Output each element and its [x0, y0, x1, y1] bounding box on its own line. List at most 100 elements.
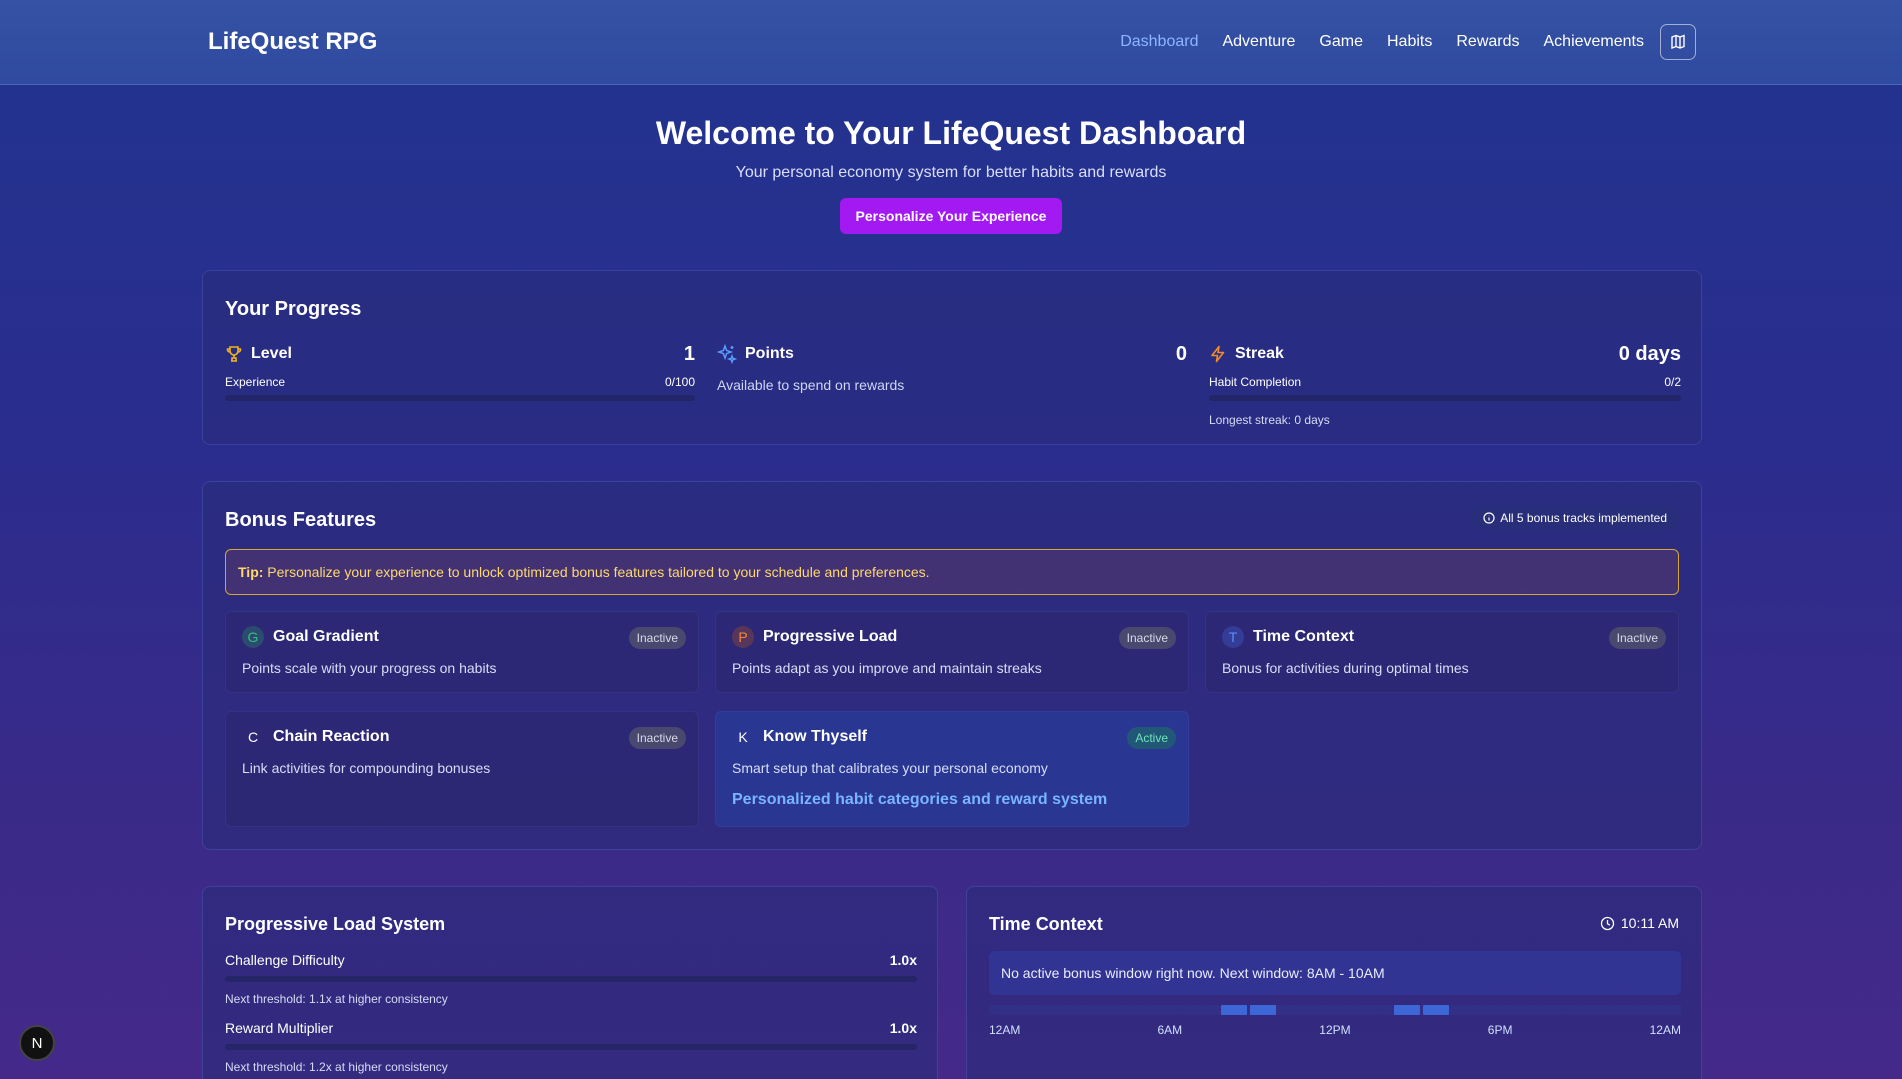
goal-gradient-icon: G — [242, 626, 264, 648]
reward-multiplier-row: Reward Multiplier 1.0x Next threshold: 1… — [225, 1020, 917, 1074]
level-stat: Level 1 Experience 0/100 — [225, 343, 695, 401]
page-subtitle: Your personal economy system for better … — [735, 164, 1167, 181]
timeline-labels: 12AM 6AM 12PM 6PM 12AM — [989, 1023, 1681, 1037]
current-time: 10:11 AM — [1600, 915, 1679, 931]
bonus-window-segment — [1249, 1005, 1277, 1015]
feature-title: Progressive Load — [763, 628, 898, 645]
timeline-label: 12PM — [1319, 1023, 1351, 1037]
streak-value: 0 days — [1618, 343, 1681, 365]
feature-card-goal-gradient[interactable]: G Goal Gradient Inactive Points scale wi… — [225, 611, 699, 693]
feature-card-time-context[interactable]: T Time Context Inactive Bonus for activi… — [1205, 611, 1679, 693]
level-label: Level — [251, 345, 292, 362]
timeline-label: 6AM — [1157, 1023, 1183, 1037]
time-title: Time Context — [989, 914, 1103, 934]
feature-card-know-thyself[interactable]: K Know Thyself Active Smart setup that c… — [715, 711, 1189, 827]
timeline-label: 6PM — [1487, 1023, 1513, 1037]
feature-title: Chain Reaction — [273, 728, 390, 745]
personalized-categories-link[interactable]: Personalized habit categories and reward… — [732, 791, 1107, 809]
tip-prefix: Tip: — [238, 564, 264, 580]
progress-panel: Your Progress Level 1 Experience 0/100 P… — [202, 270, 1702, 445]
reward-bar — [225, 1044, 917, 1050]
challenge-hint: Next threshold: 1.1x at higher consisten… — [225, 992, 448, 1006]
level-value: 1 — [683, 343, 695, 365]
brand-logo[interactable]: LifeQuest RPG — [208, 28, 377, 56]
tip-banner: Tip: Personalize your experience to unlo… — [225, 549, 1679, 595]
progress-title: Your Progress — [225, 298, 362, 320]
bonus-title: Bonus Features — [225, 509, 377, 531]
sparkles-icon — [717, 344, 737, 364]
nav-link-adventure[interactable]: Adventure — [1222, 24, 1295, 60]
feature-desc: Link activities for compounding bonuses — [242, 760, 491, 776]
page-title: Welcome to Your LifeQuest Dashboard — [655, 115, 1247, 151]
feature-title: Know Thyself — [763, 728, 868, 745]
know-thyself-icon: K — [738, 729, 748, 745]
timeline-label: 12AM — [1649, 1023, 1681, 1037]
bonus-tracks-badge: All 5 bonus tracks implemented — [1471, 506, 1679, 530]
hero: Welcome to Your LifeQuest Dashboard Your… — [0, 115, 1902, 234]
nav-link-habits[interactable]: Habits — [1387, 24, 1432, 60]
experience-value: 0/100 — [664, 375, 695, 389]
feature-card-chain-reaction[interactable]: C Chain Reaction Inactive Link activitie… — [225, 711, 699, 827]
clock-text: 10:11 AM — [1620, 915, 1679, 931]
streak-label: Streak — [1235, 345, 1284, 362]
load-title: Progressive Load System — [225, 914, 446, 934]
challenge-label: Challenge Difficulty — [225, 952, 345, 968]
nav-link-achievements[interactable]: Achievements — [1544, 24, 1645, 60]
reward-label: Reward Multiplier — [225, 1020, 334, 1036]
dev-tools-badge[interactable]: N — [19, 1025, 55, 1061]
status-badge: Inactive — [1608, 627, 1666, 649]
bonus-window-segment — [1220, 1005, 1248, 1015]
reward-hint: Next threshold: 1.2x at higher consisten… — [225, 1060, 448, 1074]
status-badge: Inactive — [1118, 627, 1176, 649]
day-timeline — [989, 1005, 1681, 1015]
status-badge: Inactive — [628, 727, 686, 749]
tip-text: Personalize your experience to unlock op… — [267, 564, 930, 580]
habit-completion-bar — [1209, 395, 1681, 401]
habit-completion-label: Habit Completion — [1209, 375, 1302, 389]
map-menu-button[interactable] — [1660, 24, 1696, 60]
feature-card-progressive-load[interactable]: P Progressive Load Inactive Points adapt… — [715, 611, 1189, 693]
time-context-panel: Time Context 10:11 AM No active bonus wi… — [966, 886, 1702, 1079]
timeline-label: 12AM — [989, 1023, 1021, 1037]
longest-streak: Longest streak: 0 days — [1209, 413, 1330, 427]
bonus-window-segment — [1422, 1005, 1450, 1015]
bonus-window-message: No active bonus window right now. Next w… — [989, 951, 1681, 995]
status-badge: Inactive — [628, 627, 686, 649]
progressive-load-panel: Progressive Load System Challenge Diffic… — [202, 886, 938, 1079]
habit-completion-value: 0/2 — [1664, 375, 1681, 389]
status-badge: Active — [1127, 727, 1176, 749]
challenge-bar — [225, 976, 917, 982]
feature-title: Goal Gradient — [273, 628, 379, 645]
bonus-features-panel: Bonus Features All 5 bonus tracks implem… — [202, 481, 1702, 850]
points-stat: Points 0 Available to spend on rewards — [717, 343, 1187, 393]
points-desc: Available to spend on rewards — [717, 377, 905, 393]
bonus-tracks-text: All 5 bonus tracks implemented — [1500, 511, 1667, 525]
experience-label: Experience — [225, 375, 286, 389]
feature-desc: Smart setup that calibrates your persona… — [732, 760, 1048, 776]
points-label: Points — [745, 345, 794, 362]
book-map-icon — [1671, 34, 1685, 50]
nav-links: Dashboard Adventure Game Habits Rewards … — [1096, 24, 1696, 60]
feature-desc: Points scale with your progress on habit… — [242, 660, 497, 676]
challenge-difficulty-row: Challenge Difficulty 1.0x Next threshold… — [225, 952, 917, 1006]
nav-link-dashboard[interactable]: Dashboard — [1120, 24, 1198, 60]
experience-bar — [225, 395, 695, 401]
chain-reaction-icon: C — [247, 729, 259, 745]
top-nav: LifeQuest RPG Dashboard Adventure Game H… — [0, 0, 1902, 85]
lightning-icon — [1211, 345, 1225, 363]
streak-stat: Streak 0 days Habit Completion 0/2 Longe… — [1209, 343, 1681, 427]
points-value: 0 — [1175, 343, 1187, 365]
clock-icon — [1600, 916, 1615, 930]
nav-link-game[interactable]: Game — [1319, 24, 1363, 60]
info-icon — [1483, 512, 1495, 524]
nav-link-rewards[interactable]: Rewards — [1456, 24, 1519, 60]
reward-value: 1.0x — [889, 1020, 917, 1036]
feature-desc: Bonus for activities during optimal time… — [1222, 660, 1469, 676]
progressive-load-icon: P — [732, 626, 754, 648]
feature-title: Time Context — [1253, 628, 1355, 645]
time-context-icon: T — [1222, 626, 1244, 648]
personalize-button[interactable]: Personalize Your Experience — [839, 198, 1063, 234]
challenge-value: 1.0x — [889, 952, 917, 968]
feature-desc: Points adapt as you improve and maintain… — [732, 660, 1042, 676]
bonus-window-segment — [1393, 1005, 1421, 1015]
